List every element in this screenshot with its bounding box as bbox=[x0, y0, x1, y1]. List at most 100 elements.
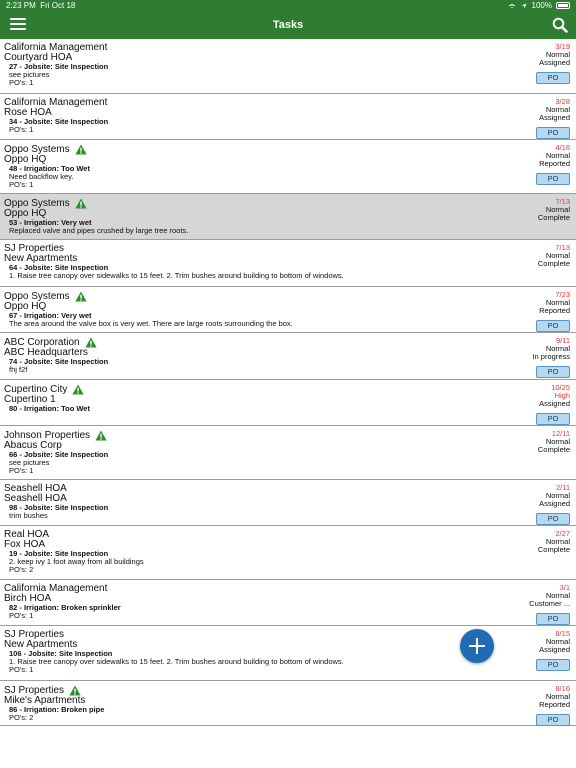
task-row[interactable]: Cupertino City Cupertino 1 80 - Irrigation… bbox=[0, 380, 576, 426]
po-button[interactable]: PO bbox=[536, 659, 570, 671]
task-meta: 4/16 Normal Reported PO bbox=[510, 144, 570, 186]
task-title: 27 - Jobsite: Site Inspection bbox=[9, 62, 109, 71]
company-name: Cupertino City bbox=[4, 383, 68, 395]
task-status: Complete bbox=[537, 446, 570, 454]
task-row[interactable]: California Management Courtyard HOA 27 - J… bbox=[0, 39, 576, 94]
po-button[interactable]: PO bbox=[536, 413, 570, 425]
task-note: 2. keep ivy 1 foot away from all buildin… bbox=[9, 557, 144, 566]
task-priority: Normal bbox=[545, 151, 570, 160]
task-status: In progress bbox=[532, 353, 570, 361]
task-priority: Normal bbox=[545, 251, 570, 260]
battery-icon bbox=[556, 2, 570, 9]
task-title: 86 - Irrigation: Broken pipe bbox=[9, 705, 105, 714]
task-priority: Normal bbox=[545, 50, 570, 59]
task-company: Real HOA bbox=[4, 530, 466, 540]
task-meta: 3/19 Normal Assigned PO bbox=[510, 43, 570, 85]
task-meta: 3/1 Normal Customer ... PO bbox=[510, 584, 570, 626]
task-priority: Normal bbox=[545, 105, 570, 114]
task-status: Complete bbox=[537, 546, 570, 554]
task-row[interactable]: California Management Birch HOA 82 - Irrig… bbox=[0, 580, 576, 626]
task-status: Complete bbox=[537, 214, 570, 222]
task-meta: 9/11 Normal In progress PO bbox=[510, 337, 570, 379]
task-meta: 12/11 Normal Complete bbox=[510, 430, 570, 454]
status-bar: 2:23 PM Fri Oct 18 100% bbox=[0, 0, 576, 12]
task-priority: Normal bbox=[545, 437, 570, 446]
task-po-count: PO's: 1 bbox=[9, 125, 34, 134]
po-button[interactable]: PO bbox=[536, 72, 570, 84]
task-row[interactable]: Johnson Properties Abacus Corp 66 - Jobsit… bbox=[0, 426, 576, 480]
task-row[interactable]: SJ Properties Mike's Apartments 86 - Irrig… bbox=[0, 681, 576, 726]
task-meta: 7/23 Normal Reported PO bbox=[510, 291, 570, 333]
company-name: Johnson Properties bbox=[4, 429, 91, 441]
task-row[interactable]: Real HOA Fox HOA 19 - Jobsite: Site Inspec… bbox=[0, 526, 576, 580]
task-priority: Normal bbox=[545, 537, 570, 546]
task-note: 1. Raise tree canopy over sidewalks to 1… bbox=[9, 657, 344, 666]
task-row[interactable]: SJ Properties New Apartments 64 - Jobsite:… bbox=[0, 240, 576, 287]
task-row[interactable]: ABC Corporation ABC Headquarters 74 - Jobs… bbox=[0, 333, 576, 380]
task-status: Assigned bbox=[539, 59, 570, 67]
task-company: Cupertino City bbox=[4, 384, 466, 395]
task-priority: Normal bbox=[545, 692, 570, 701]
task-note: Need backflow key. bbox=[9, 172, 74, 181]
task-priority: Normal bbox=[545, 491, 570, 500]
task-status: Assigned bbox=[539, 114, 570, 122]
po-button[interactable]: PO bbox=[536, 613, 570, 625]
po-button[interactable]: PO bbox=[536, 513, 570, 525]
warning-icon bbox=[74, 291, 87, 302]
task-info: Cupertino City Cupertino 1 80 - Irrigation… bbox=[4, 384, 466, 413]
task-company: California Management bbox=[4, 584, 466, 594]
po-button[interactable]: PO bbox=[536, 173, 570, 185]
task-priority: Normal bbox=[545, 344, 570, 353]
task-title: 74 - Jobsite: Site Inspection bbox=[9, 357, 109, 366]
status-time-date: 2:23 PM Fri Oct 18 bbox=[6, 1, 76, 10]
task-note: fhj f2f bbox=[9, 365, 28, 374]
warning-icon bbox=[74, 198, 87, 209]
add-task-button[interactable] bbox=[460, 629, 494, 663]
task-title: 98 - Jobsite: Site Inspection bbox=[9, 503, 109, 512]
task-po-count: PO's: 1 bbox=[9, 180, 34, 189]
task-meta: 10/25 High Assigned PO bbox=[510, 384, 570, 426]
task-note: see pictures bbox=[9, 458, 50, 467]
status-right: 100% bbox=[508, 1, 570, 10]
task-po-count: PO's: 1 bbox=[9, 665, 34, 674]
task-row[interactable]: Oppo Systems Oppo HQ 67 - Irrigation: Very… bbox=[0, 287, 576, 333]
task-meta: 7/13 Normal Complete bbox=[510, 198, 570, 222]
task-status: Assigned bbox=[539, 500, 570, 508]
task-status: Complete bbox=[537, 260, 570, 268]
task-info: Oppo Systems Oppo HQ 67 - Irrigation: Very… bbox=[4, 291, 466, 328]
task-info: ABC Corporation ABC Headquarters 74 - Jobs… bbox=[4, 337, 466, 374]
company-name: Oppo Systems bbox=[4, 290, 70, 302]
task-info: Johnson Properties Abacus Corp 66 - Jobsit… bbox=[4, 430, 466, 475]
task-company: Oppo Systems bbox=[4, 291, 466, 302]
task-meta: 7/13 Normal Complete bbox=[510, 244, 570, 268]
po-button[interactable]: PO bbox=[536, 127, 570, 139]
page-title: Tasks bbox=[272, 19, 304, 31]
task-info: California Management Rose HOA 34 - Jobsit… bbox=[4, 98, 466, 134]
task-po-count: PO's: 1 bbox=[9, 78, 34, 87]
task-row[interactable]: Seashell HOA Seashell HOA 98 - Jobsite: Si… bbox=[0, 480, 576, 526]
task-note: 1. Raise tree canopy over sidewalks to 1… bbox=[9, 271, 344, 280]
task-status: Reported bbox=[539, 160, 570, 168]
warning-icon bbox=[72, 384, 84, 395]
task-row[interactable]: Oppo Systems Oppo HQ 53 - Irrigation: Very… bbox=[0, 194, 576, 240]
task-row[interactable]: Oppo Systems Oppo HQ 48 - Irrigation: Too … bbox=[0, 140, 576, 194]
task-info: Oppo Systems Oppo HQ 48 - Irrigation: Too … bbox=[4, 144, 466, 189]
task-row[interactable]: California Management Rose HOA 34 - Jobsit… bbox=[0, 94, 576, 140]
task-po-count: PO's: 1 bbox=[9, 466, 34, 475]
task-info: California Management Courtyard HOA 27 - J… bbox=[4, 43, 466, 87]
po-button[interactable]: PO bbox=[536, 320, 570, 332]
task-info: SJ Properties New Apartments 64 - Jobsite:… bbox=[4, 244, 466, 280]
task-info: California Management Birch HOA 82 - Irrig… bbox=[4, 584, 466, 620]
task-title: 48 - Irrigation: Too Wet bbox=[9, 164, 90, 173]
task-title: 80 - Irrigation: Too Wet bbox=[9, 404, 90, 413]
po-button[interactable]: PO bbox=[536, 714, 570, 726]
task-title: 34 - Jobsite: Site Inspection bbox=[9, 117, 109, 126]
task-meta: 3/28 Normal Assigned PO bbox=[510, 98, 570, 140]
task-note: trim bushes bbox=[9, 511, 48, 520]
task-info: Seashell HOA Seashell HOA 98 - Jobsite: Si… bbox=[4, 484, 466, 520]
search-icon[interactable] bbox=[552, 17, 568, 33]
task-priority: Normal bbox=[545, 591, 570, 600]
nav-bar: Tasks bbox=[0, 12, 576, 39]
task-status: Reported bbox=[539, 307, 570, 315]
po-button[interactable]: PO bbox=[536, 366, 570, 378]
